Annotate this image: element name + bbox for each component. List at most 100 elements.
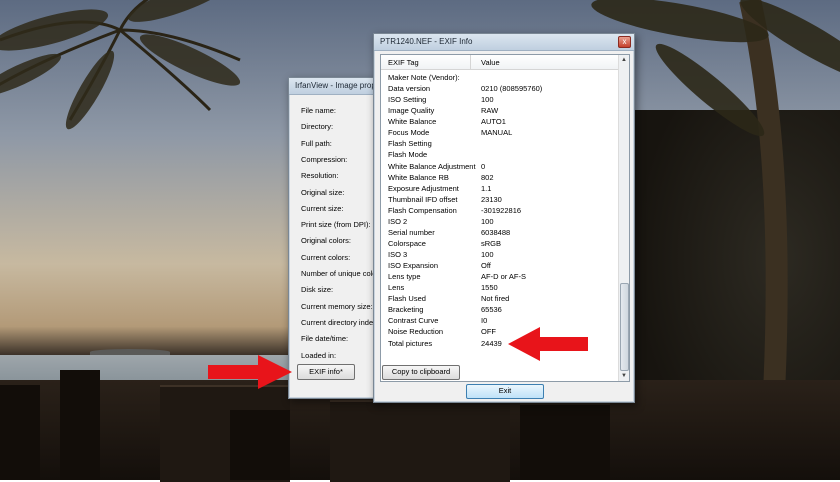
exif-row[interactable]: ISO 3 100 <box>381 249 619 260</box>
property-label: Full path: <box>301 138 332 148</box>
property-label: Disk size: <box>301 285 334 295</box>
exif-row[interactable]: Data version 0210 (808595760) <box>381 83 619 94</box>
property-label: Resolution: <box>301 171 339 181</box>
exif-row[interactable]: Bracketing 65536 <box>381 304 619 315</box>
column-header-tag[interactable]: EXIF Tag <box>388 58 419 67</box>
exif-row[interactable]: Lens 1550 <box>381 282 619 293</box>
exif-row[interactable]: Flash Used Not fired <box>381 293 619 304</box>
column-divider[interactable] <box>470 55 471 69</box>
property-label: Loaded in: <box>301 350 337 360</box>
property-label: Number of unique colo <box>301 269 377 278</box>
exif-tag: Image Quality <box>388 106 435 116</box>
exif-value: 802 <box>481 172 494 182</box>
exif-row[interactable]: Flash Mode <box>381 149 619 160</box>
exif-tag: Lens type <box>388 272 421 282</box>
exif-tag: White Balance Adjustment <box>388 161 476 171</box>
exif-row[interactable]: White Balance Adjustment 0 <box>381 161 619 172</box>
exif-row[interactable]: Exposure Adjustment 1.1 <box>381 183 619 194</box>
exif-tag: Flash Used <box>388 294 426 304</box>
exif-info-window: PTR1240.NEF - EXIF Info x EXIF Tag Value… <box>373 33 635 403</box>
image-properties-window: IrfanView - Image prop File name: Directo… <box>288 77 382 399</box>
exif-row[interactable]: ISO Expansion Off <box>381 260 619 271</box>
wallpaper-chair <box>230 410 290 480</box>
property-label: Current memory size: <box>301 301 373 311</box>
exif-row[interactable]: Flash Compensation -301922816 <box>381 205 619 216</box>
scroll-up-arrow-icon[interactable]: ▲ <box>619 55 629 65</box>
close-button[interactable]: x <box>618 36 631 48</box>
copy-to-clipboard-button[interactable]: Copy to clipboard <box>382 365 460 380</box>
exif-tag: Noise Reduction <box>388 327 444 337</box>
exif-row[interactable]: Focus Mode MANUAL <box>381 127 619 138</box>
exif-value: MANUAL <box>481 128 513 138</box>
exif-row[interactable]: ISO 2 100 <box>381 216 619 227</box>
exif-value: OFF <box>481 327 496 337</box>
exif-tag: Bracketing <box>388 305 424 315</box>
exif-row[interactable]: Contrast Curve I0 <box>381 315 619 326</box>
vertical-scrollbar[interactable]: ▲ ▼ <box>618 55 629 381</box>
exif-row[interactable]: Serial number 6038488 <box>381 227 619 238</box>
exif-row[interactable]: White Balance AUTO1 <box>381 116 619 127</box>
column-header-value[interactable]: Value <box>481 58 500 67</box>
exif-tag: White Balance RB <box>388 172 449 182</box>
exif-row[interactable]: Colorspace sRGB <box>381 238 619 249</box>
exif-tag: ISO 3 <box>388 250 408 259</box>
exif-tag: Maker Note (Vendor): <box>388 73 460 82</box>
property-label: Original size: <box>301 187 345 197</box>
property-label: Compression: <box>301 154 348 164</box>
exif-tag: Thumbnail IFD offset <box>388 194 458 204</box>
exif-row[interactable]: Flash Setting <box>381 138 619 149</box>
exif-tag: Contrast Curve <box>388 316 439 326</box>
exif-tag: Lens <box>388 283 405 293</box>
exif-row[interactable]: ISO Setting 100 <box>381 94 619 105</box>
exif-tag: Colorspace <box>388 238 426 248</box>
exif-row[interactable]: Image Quality RAW <box>381 105 619 116</box>
scroll-down-arrow-icon[interactable]: ▼ <box>619 371 629 381</box>
exif-value: AUTO1 <box>481 117 506 127</box>
wallpaper-island <box>90 349 170 355</box>
exif-value: 23130 <box>481 194 502 204</box>
exif-info-title[interactable]: PTR1240.NEF - EXIF Info <box>374 34 634 51</box>
exif-tag: Serial number <box>388 227 435 237</box>
exif-tag: Data version <box>388 84 431 94</box>
exif-value: sRGB <box>481 238 502 248</box>
exif-row[interactable]: Thumbnail IFD offset 23130 <box>381 194 619 205</box>
image-properties-title[interactable]: IrfanView - Image prop <box>289 78 381 95</box>
exif-list-header: EXIF Tag Value <box>381 55 619 70</box>
exif-value: 100 <box>481 250 494 259</box>
exif-value: AF-D or AF-S <box>481 272 527 282</box>
exif-value: 1550 <box>481 283 498 293</box>
exif-tag: ISO Expansion <box>388 261 439 271</box>
exif-value: RAW <box>481 106 499 116</box>
exif-tag: Flash Compensation <box>388 205 457 215</box>
wallpaper-chair <box>0 385 40 480</box>
exif-value: 0210 (808595760) <box>481 84 543 94</box>
exif-value: -301922816 <box>481 205 522 215</box>
exif-list[interactable]: EXIF Tag Value Maker Note (Vendor): Data … <box>380 54 630 382</box>
exif-row[interactable]: White Balance RB 802 <box>381 172 619 183</box>
exif-value: 24439 <box>481 338 502 348</box>
wallpaper-table <box>330 400 510 482</box>
exif-tag: ISO 2 <box>388 216 408 226</box>
red-arrow-icon <box>508 327 588 361</box>
exif-row[interactable]: Lens type AF-D or AF-S <box>381 271 619 282</box>
exif-info-button[interactable]: EXIF info* <box>297 364 355 380</box>
exif-tag: Flash Setting <box>388 139 432 149</box>
exif-tag: ISO Setting <box>388 95 427 105</box>
exif-value: Off <box>481 261 491 271</box>
property-label: File date/time: <box>301 334 349 344</box>
exif-tag: Flash Mode <box>388 150 428 160</box>
property-label: Current directory index: <box>301 317 379 327</box>
exif-tag: Total pictures <box>388 338 433 348</box>
exif-tag: Focus Mode <box>388 128 430 138</box>
property-label: Current colors: <box>301 252 351 262</box>
property-label: File name: <box>301 106 337 115</box>
exif-value: I0 <box>481 316 488 326</box>
exif-value: 1.1 <box>481 183 492 193</box>
scroll-thumb[interactable] <box>620 283 629 371</box>
wallpaper-chair <box>60 370 100 480</box>
exif-value: 100 <box>481 95 494 105</box>
exif-value: 6038488 <box>481 227 511 237</box>
exif-row[interactable]: Maker Note (Vendor): <box>381 72 619 83</box>
exit-button[interactable]: Exit <box>466 384 544 399</box>
exif-rows: Maker Note (Vendor): Data version 0210 (80… <box>381 72 619 349</box>
